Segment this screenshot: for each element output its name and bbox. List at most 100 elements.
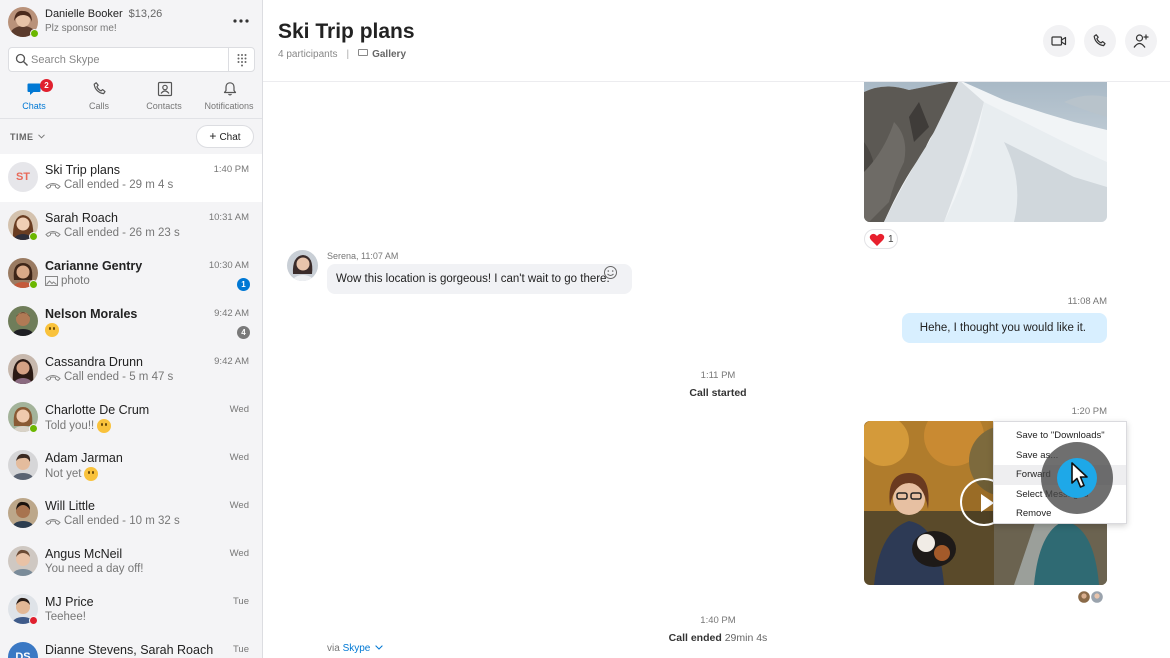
incoming-message-bubble[interactable]: Wow this location is gorgeous! I can't w… (327, 264, 632, 294)
chat-item-nelson-morales[interactable]: Nelson Morales 9:42 AM 4 (0, 298, 262, 346)
shared-photo-mountain[interactable] (864, 82, 1107, 222)
separator: | (346, 49, 350, 60)
sender-avatar-serena[interactable] (287, 250, 318, 281)
chat-preview: Teehee! (45, 611, 86, 623)
conversation-header: Ski Trip plans 4 participants | Gallery (263, 0, 1170, 82)
chat-time: Wed (229, 452, 249, 463)
read-receipts (1077, 590, 1107, 604)
chat-time: 1:40 PM (213, 164, 249, 175)
via-skype-dropdown[interactable]: Skype (343, 643, 384, 654)
reaction-count: 1 (888, 234, 894, 245)
chat-time: 10:30 AM (208, 260, 249, 271)
presence-online-indicator (29, 424, 38, 433)
chat-name: Will Little (45, 499, 96, 513)
conversation-title[interactable]: Ski Trip plans (278, 20, 415, 44)
chat-preview: photo (45, 275, 90, 287)
presence-online-indicator (29, 280, 38, 289)
chat-item-charlotte-de-crum[interactable]: Charlotte De Crum Wed Told you!! (0, 394, 262, 442)
gallery-link[interactable]: Gallery (358, 49, 406, 60)
tab-calls[interactable]: Calls (67, 78, 131, 118)
ellipsis-icon (233, 19, 249, 23)
photo-icon (45, 275, 58, 286)
avatar (8, 306, 38, 336)
mood-message: Plz sponsor me! (45, 23, 117, 34)
message-sender-time: Serena, 11:07 AM (327, 251, 399, 261)
dialpad-icon (237, 54, 247, 67)
add-participant-button[interactable] (1125, 25, 1157, 57)
sort-by-time-button[interactable]: TIME (10, 132, 45, 142)
search-box[interactable] (8, 47, 255, 72)
chat-time: 9:42 AM (214, 308, 249, 319)
chat-name: Angus McNeil (45, 547, 123, 561)
chat-time: Tue (232, 644, 249, 655)
photo-reaction[interactable]: 1 (864, 229, 898, 249)
tab-chats[interactable]: 2 Chats (2, 78, 66, 118)
chat-item-dianne-stevens-sarah-roach[interactable]: DS Dianne Stevens, Sarah Roach Tue (0, 634, 262, 658)
chat-item-ski-trip-plans[interactable]: ST Ski Trip plans 1:40 PM Call ended - 2… (0, 154, 262, 202)
video-call-button[interactable] (1043, 25, 1075, 57)
presence-online-indicator (29, 232, 38, 241)
call-started-label: Call started (689, 387, 747, 399)
tab-contacts[interactable]: Contacts (132, 78, 196, 118)
avatar (8, 354, 38, 384)
avatar (8, 498, 38, 528)
chat-preview: Call ended - 26 m 23 s (45, 227, 180, 239)
tab-contacts-label: Contacts (146, 101, 182, 111)
presence-busy-indicator (29, 616, 38, 625)
audio-call-button[interactable] (1084, 25, 1116, 57)
chat-item-adam-jarman[interactable]: Adam Jarman Wed Not yet (0, 442, 262, 490)
dialpad-button[interactable] (228, 48, 254, 71)
call-ended-icon (45, 374, 61, 381)
participants-link[interactable]: 4 participants (278, 49, 337, 60)
chevron-down-icon (37, 134, 45, 139)
avatar (8, 450, 38, 480)
call-ended-time: 1:40 PM (700, 615, 736, 626)
more-options-button[interactable] (230, 12, 252, 32)
chat-item-angus-mcneil[interactable]: Angus McNeil Wed You need a day off! (0, 538, 262, 586)
outgoing-message-time: 11:08 AM (1067, 296, 1107, 307)
tab-notifications-label: Notifications (204, 101, 254, 111)
chat-preview: Call ended - 5 m 47 s (45, 371, 173, 383)
chat-item-will-little[interactable]: Will Little Wed Call ended - 10 m 32 s (0, 490, 262, 538)
new-chat-button[interactable]: + Chat (196, 125, 254, 148)
group-avatar: DS (8, 642, 38, 658)
profile-header[interactable]: Danielle Booker $13,26 Plz sponsor me! (0, 0, 262, 44)
chat-time: Wed (229, 500, 249, 511)
mountain-photo-image (864, 82, 1107, 222)
chat-name: Charlotte De Crum (45, 403, 150, 417)
chat-time: 10:31 AM (208, 212, 249, 223)
chevron-down-icon (375, 645, 383, 650)
contacts-icon (157, 81, 173, 97)
chat-preview (45, 323, 59, 337)
add-reaction-button[interactable] (603, 265, 618, 280)
chat-time: Wed (229, 404, 249, 415)
chat-preview: Not yet (45, 467, 99, 481)
call-started-event: 1:11 PM Call started (553, 370, 883, 399)
sidebar-divider (0, 118, 262, 119)
chat-time: Tue (232, 596, 249, 607)
sent-via: via Skype (327, 643, 383, 654)
call-ended-icon (45, 518, 61, 525)
chat-item-cassandra-drunn[interactable]: Cassandra Drunn 9:42 AM Call ended - 5 m… (0, 346, 262, 394)
chat-item-mj-price[interactable]: MJ Price Tue Teehee! (0, 586, 262, 634)
unread-count-badge: 1 (237, 278, 250, 291)
gallery-icon (358, 49, 369, 56)
add-person-icon (1133, 34, 1149, 48)
search-input[interactable] (31, 51, 221, 69)
unread-chats-badge: 2 (40, 79, 53, 92)
video-icon (1051, 36, 1067, 46)
phone-icon (93, 82, 106, 95)
search-icon (15, 53, 28, 66)
conversation-meta: 4 participants | Gallery (278, 49, 406, 60)
tab-notifications[interactable]: Notifications (197, 78, 261, 118)
chat-item-carianne-gentry[interactable]: Carianne Gentry 10:30 AM photo 1 (0, 250, 262, 298)
menu-item-save-to-downloads[interactable]: Save to "Downloads" (994, 426, 1126, 446)
chat-item-sarah-roach[interactable]: Sarah Roach 10:31 AM Call ended - 26 m 2… (0, 202, 262, 250)
chat-time: 9:42 AM (214, 356, 249, 367)
bell-icon (223, 82, 237, 96)
chat-name: Ski Trip plans (45, 163, 121, 177)
outgoing-message-bubble[interactable]: Hehe, I thought you would like it. (901, 313, 1107, 343)
sort-label: TIME (10, 132, 34, 142)
conversation-pane: Ski Trip plans 4 participants | Gallery (263, 0, 1170, 658)
chat-name: Sarah Roach (45, 211, 118, 225)
